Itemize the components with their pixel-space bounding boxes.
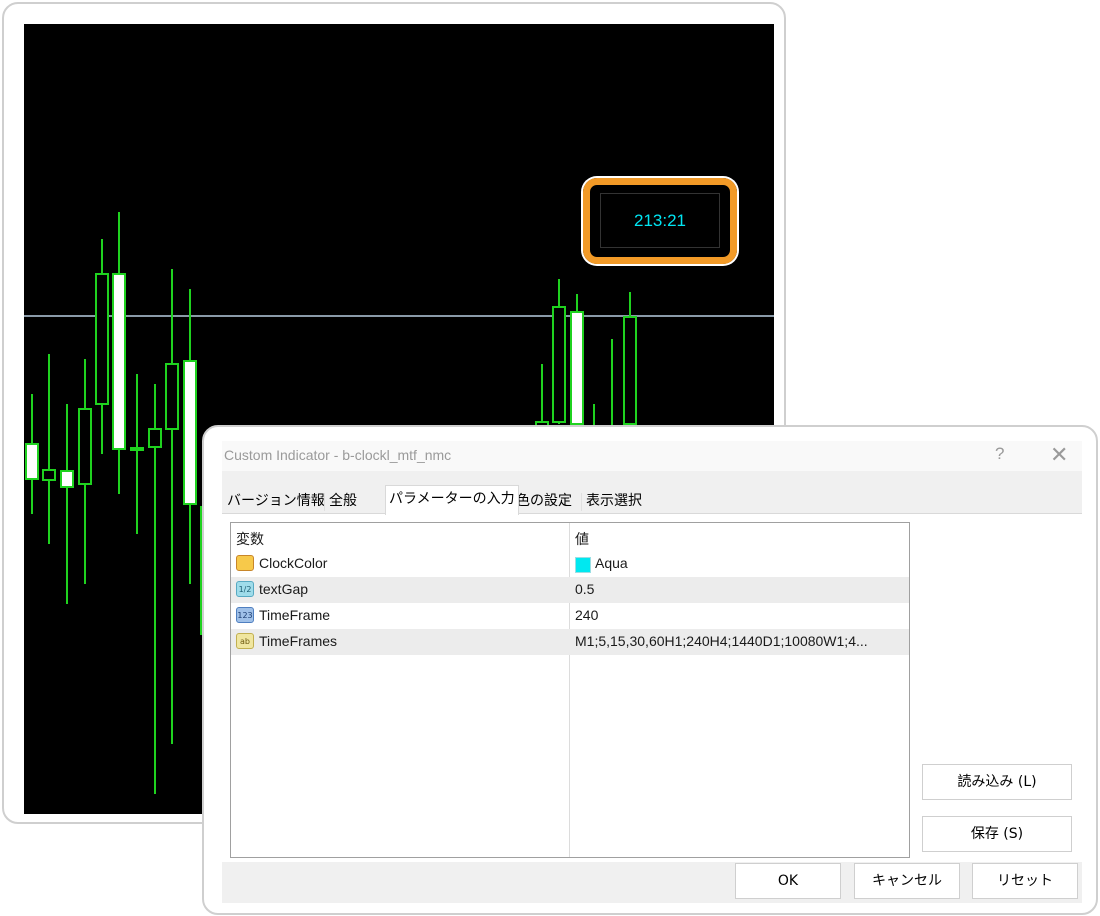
color-swatch: [575, 557, 591, 573]
string-type-icon: ab: [236, 633, 254, 649]
int-type-icon: 123: [236, 607, 254, 623]
param-name: TimeFrames: [259, 633, 338, 649]
param-name: TimeFrame: [259, 607, 331, 623]
candle-body: [570, 311, 584, 425]
ok-button[interactable]: OK: [735, 863, 841, 899]
clock-value: 213:21: [634, 210, 686, 230]
tab-parameters[interactable]: パラメーターの入力: [385, 485, 519, 515]
candle-body: [623, 316, 637, 425]
candle-body: [165, 363, 179, 430]
close-icon[interactable]: ✕: [1050, 442, 1068, 468]
tab-bar: バージョン情報 全般 パラメーターの入力 色の設定 表示選択: [222, 485, 1082, 515]
param-value[interactable]: Aqua: [595, 555, 628, 571]
dialog-frame: Custom Indicator - b-clockl_mtf_nmc ? ✕ …: [202, 425, 1098, 915]
table-row[interactable]: ab TimeFrames M1;5,15,30,60H1;240H4;1440…: [231, 629, 909, 655]
color-type-icon: [236, 555, 254, 571]
table-row[interactable]: ClockColor Aqua: [231, 551, 909, 577]
help-icon[interactable]: ?: [995, 444, 1004, 464]
candle-body: [552, 306, 566, 423]
double-type-icon: 1/2: [236, 581, 254, 597]
table-row[interactable]: 1/2 textGap 0.5: [231, 577, 909, 603]
table-row[interactable]: 123 TimeFrame 240: [231, 603, 909, 629]
param-value[interactable]: M1;5,15,30,60H1;240H4;1440D1;10080W1;4..…: [575, 633, 868, 649]
reset-button[interactable]: リセット: [972, 863, 1078, 899]
candle-body: [78, 408, 92, 485]
param-name: textGap: [259, 581, 309, 597]
tab-separator: [581, 493, 582, 511]
candle-body: [60, 470, 74, 488]
tab-version-info[interactable]: バージョン情報: [224, 489, 328, 513]
tab-separator: [324, 493, 325, 511]
dialog-title: Custom Indicator - b-clockl_mtf_nmc: [224, 447, 452, 463]
save-button[interactable]: 保存 (S): [922, 816, 1072, 852]
table-header: 変数 値: [231, 525, 909, 551]
tab-general[interactable]: 全般: [326, 489, 360, 513]
candle-body: [183, 360, 197, 505]
candle-body: [95, 273, 109, 405]
load-button[interactable]: 読み込み (L): [922, 764, 1072, 800]
candle-body: [130, 447, 144, 451]
header-value[interactable]: 値: [575, 529, 589, 549]
candle-body: [25, 443, 39, 480]
custom-indicator-dialog: Custom Indicator - b-clockl_mtf_nmc ? ✕ …: [222, 441, 1082, 903]
candle-body: [112, 273, 126, 450]
clock-label: 213:21: [600, 193, 720, 248]
parameters-panel: 変数 値 ClockColor Aqua 1/2 textGap 0.5 123: [222, 513, 1082, 862]
parameters-table: 変数 値 ClockColor Aqua 1/2 textGap 0.5 123: [230, 522, 910, 858]
candle-body: [148, 428, 162, 448]
header-variable[interactable]: 変数: [236, 529, 264, 549]
tab-visualization[interactable]: 表示選択: [583, 489, 645, 513]
param-value[interactable]: 0.5: [575, 581, 594, 597]
param-value[interactable]: 240: [575, 607, 598, 623]
param-name: ClockColor: [259, 555, 328, 571]
dialog-titlebar: Custom Indicator - b-clockl_mtf_nmc ? ✕: [222, 441, 1082, 471]
tab-colors[interactable]: 色の設定: [513, 489, 575, 513]
candle-body: [42, 469, 56, 481]
cancel-button[interactable]: キャンセル: [854, 863, 960, 899]
